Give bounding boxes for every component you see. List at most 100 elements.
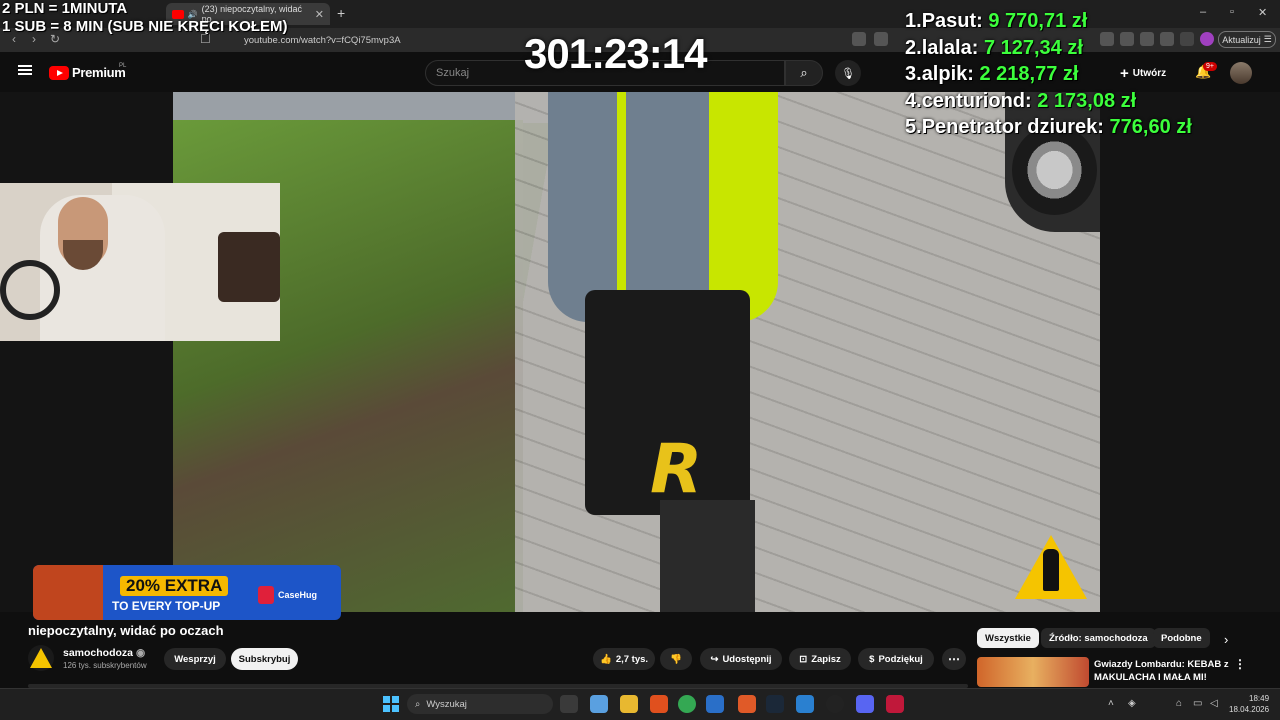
maximize-icon[interactable]: ▫ xyxy=(1230,6,1234,18)
verified-icon: ◉ xyxy=(135,647,146,659)
leaderboard-name: centuriond: xyxy=(921,89,1032,112)
new-tab-icon[interactable]: + xyxy=(337,5,345,21)
donation-rules-overlay: 2 PLN = 1MINUTA 1 SUB = 8 MIN (SUB NIE K… xyxy=(2,0,287,36)
copilot-icon[interactable] xyxy=(590,695,608,713)
chip-all[interactable]: Wszystkie xyxy=(977,628,1039,648)
volume-icon[interactable]: ◁ xyxy=(1210,698,1218,709)
user-avatar[interactable] xyxy=(1230,62,1252,84)
region-code: PL xyxy=(119,63,127,69)
search-icon: ⌕ xyxy=(800,65,808,80)
thanks-button[interactable]: $ Podziękuj xyxy=(858,648,934,670)
menu-icon: ☰ xyxy=(1263,34,1272,44)
leaderboard-row: 2.lalala: 7 127,34 zł xyxy=(905,35,1192,62)
tray-app-icon[interactable]: ◈ xyxy=(1128,698,1136,709)
like-count: 2,7 tys. xyxy=(615,653,649,665)
channel-name-text: samochodoza xyxy=(63,647,134,659)
subscriber-count: 126 tys. subskrybentów xyxy=(63,661,147,670)
video-person-jacket xyxy=(548,92,778,322)
leaderboard-rank: 2. xyxy=(905,36,922,59)
thumbs-down-icon: 👎 xyxy=(670,653,682,665)
leaderboard-amount: 776,60 zł xyxy=(1109,116,1192,138)
leaderboard-amount: 9 770,71 zł xyxy=(988,10,1088,32)
player-left-background xyxy=(0,92,173,612)
leaderboard-name: lalala: xyxy=(921,36,979,59)
update-button[interactable]: Aktualizuj ☰ xyxy=(1218,31,1276,48)
voice-search-button[interactable]: 🎙 xyxy=(835,60,861,86)
chip-source[interactable]: Źródło: samochodoza xyxy=(1041,628,1156,648)
red-app-icon[interactable] xyxy=(886,695,904,713)
share-arrow-icon: ↪ xyxy=(710,653,719,665)
subscribe-button[interactable]: Subskrybuj xyxy=(231,648,298,670)
search-button[interactable]: ⌕ xyxy=(785,60,823,86)
taskbar-clock[interactable]: 18:49 18.04.2026 xyxy=(1229,693,1269,715)
dislike-button[interactable]: 👎 xyxy=(660,648,692,670)
minimize-icon[interactable]: – xyxy=(1200,6,1206,18)
display-icon[interactable]: ▭ xyxy=(1193,698,1202,709)
leaderboard-name: alpik: xyxy=(921,63,974,85)
taskbar-search[interactable]: ⌕ Wyszukaj xyxy=(407,694,553,714)
youtube-premium-logo[interactable]: Premium xyxy=(72,65,126,80)
screen-share-icon[interactable] xyxy=(852,32,866,46)
player-right-background xyxy=(1100,92,1280,612)
taskbar-search-placeholder: Wyszukaj xyxy=(426,698,467,710)
tray-overflow-icon[interactable]: ˄ xyxy=(1108,698,1114,709)
steam-icon[interactable] xyxy=(766,695,784,713)
windows-start-icon[interactable] xyxy=(383,696,399,712)
discord-icon[interactable] xyxy=(856,695,874,713)
network-icon[interactable]: ⌂ xyxy=(1176,698,1182,709)
save-label: Zapisz xyxy=(811,653,841,665)
video-title: niepoczytalny, widać po oczach xyxy=(28,623,224,638)
channel-avatar[interactable] xyxy=(28,645,54,671)
thanks-label: Podziękuj xyxy=(878,653,923,665)
brave-active-icon[interactable] xyxy=(738,695,756,713)
recommendation-title[interactable]: Gwiazdy Lombardu: KEBAB z MAKULACHA I MA… xyxy=(1094,658,1229,684)
recommendation-thumbnail[interactable] xyxy=(977,657,1089,687)
bookmark-save-icon: ⊡ xyxy=(799,653,808,665)
ad-subline: TO EVERY TOP-UP xyxy=(112,599,221,613)
leaderboard-rank: 4. xyxy=(905,89,922,112)
save-button[interactable]: ⊡ Zapisz xyxy=(789,648,851,670)
support-button[interactable]: Wesprzyj xyxy=(164,648,226,670)
thumbs-up-icon: 👍 xyxy=(599,653,612,665)
youtube-logo-icon[interactable] xyxy=(49,66,69,80)
app-icon[interactable] xyxy=(796,695,814,713)
close-tab-icon[interactable]: ✕ xyxy=(315,8,324,21)
obs-icon[interactable] xyxy=(826,695,844,713)
chip-similar[interactable]: Podobne xyxy=(1153,628,1210,648)
more-actions-icon[interactable]: ⋯ xyxy=(942,648,966,670)
leaderboard-row: 4.centuriond: 2 173,08 zł xyxy=(905,88,1192,115)
leaderboard-row: 1.Pasut: 9 770,71 zł xyxy=(905,8,1192,35)
ad-brand: CaseHug xyxy=(258,586,317,604)
super-thanks-icon: $ xyxy=(869,653,875,665)
ad-headline: 20% EXTRA xyxy=(120,576,229,596)
leaderboard-rank: 5. xyxy=(905,116,922,138)
update-label: Aktualizuj xyxy=(1222,34,1261,45)
hamburger-menu-icon[interactable] xyxy=(18,65,32,75)
warning-figure-icon xyxy=(1043,549,1059,591)
profile-icon[interactable] xyxy=(1200,32,1214,46)
task-view-icon[interactable] xyxy=(560,695,578,713)
leaderboard-amount: 7 127,34 zł xyxy=(983,36,1083,59)
share-page-icon[interactable] xyxy=(874,32,888,46)
ad-brand-name: CaseHug xyxy=(278,590,318,600)
leaderboard-rank: 3. xyxy=(905,63,922,85)
notification-badge: 9+ xyxy=(1203,62,1217,71)
recommendation-menu-icon[interactable]: ⋮ xyxy=(1234,657,1246,671)
close-window-icon[interactable]: ✕ xyxy=(1258,6,1267,19)
chevron-right-icon[interactable]: › xyxy=(1224,632,1228,647)
rule-line-2: 1 SUB = 8 MIN (SUB NIE KRĘCI KOŁEM) xyxy=(2,18,288,35)
file-explorer-icon[interactable] xyxy=(620,695,638,713)
microphone-icon: 🎙 xyxy=(841,67,855,80)
casehug-logo-icon xyxy=(258,586,274,604)
share-button[interactable]: ↪ Udostępnij xyxy=(700,648,782,670)
leaderboard-row: 5.Penetrator dziurek: 776,60 zł xyxy=(905,114,1192,141)
leaderboard-name: Penetrator dziurek: xyxy=(921,116,1104,138)
chrome-icon[interactable] xyxy=(678,695,696,713)
leaderboard-row: 3.alpik: 2 218,77 zł xyxy=(905,61,1192,88)
store-icon[interactable] xyxy=(706,695,724,713)
treasure-chest-icon xyxy=(33,565,103,620)
like-button[interactable]: 👍 2,7 tys. xyxy=(593,648,655,670)
channel-name[interactable]: samochodoza ◉ xyxy=(63,647,145,659)
shorts-r-logo-icon: R xyxy=(650,430,703,509)
brave-icon[interactable] xyxy=(650,695,668,713)
